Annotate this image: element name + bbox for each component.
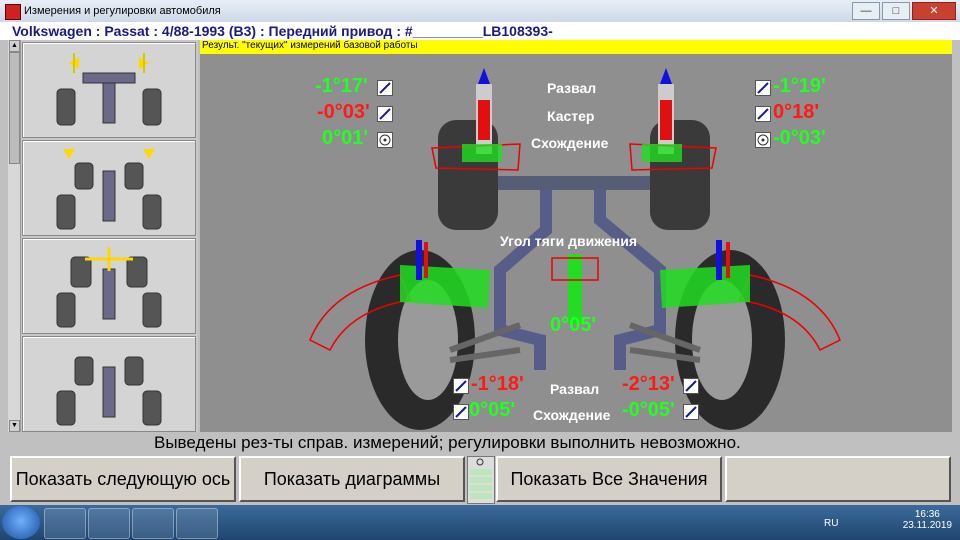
- language-indicator[interactable]: RU: [824, 518, 838, 529]
- next-axle-button[interactable]: Показать следующую ось: [10, 456, 236, 502]
- vehicle-info: Volkswagen : Passat : 4/88-1993 (B3) : П…: [12, 23, 553, 39]
- step-thumb-camber[interactable]: [22, 42, 196, 138]
- front-left-toe: 0°01': [322, 127, 369, 149]
- caster-axle-icon: [56, 149, 162, 230]
- label-camber-rear: Развал: [550, 381, 600, 397]
- window-titlebar: Измерения и регулировки автомобиля — □ ✕: [0, 0, 960, 23]
- camber-axle-icon: [56, 53, 162, 126]
- show-all-values-button[interactable]: Показать Все Значения: [496, 456, 722, 502]
- step-thumb-overview[interactable]: [22, 336, 196, 432]
- adjust-wrench-icon[interactable]: [755, 80, 771, 96]
- maximize-button[interactable]: □: [882, 2, 910, 20]
- front-right-caster: 0°18': [773, 101, 820, 123]
- rear-left-camber: -1°18': [471, 373, 524, 395]
- alignment-app-icon[interactable]: [132, 508, 174, 539]
- minimize-button[interactable]: —: [852, 2, 880, 20]
- toe-axle-icon: [56, 247, 162, 328]
- front-left-camber: -1°17': [315, 75, 368, 97]
- status-text: Выведены рез-ты справ. измерений; регули…: [154, 433, 741, 452]
- clock[interactable]: 16:36 23.11.2019: [903, 509, 952, 531]
- show-diagrams-button[interactable]: Показать диаграммы: [239, 456, 465, 502]
- adjust-wrench-icon[interactable]: [377, 106, 393, 122]
- rear-right-camber: -2°13': [622, 373, 675, 395]
- rear-left-toe: 0°05': [469, 399, 516, 421]
- toe-target-icon[interactable]: [755, 132, 771, 148]
- scroll-up-icon[interactable]: ▲: [9, 40, 20, 52]
- result-header-text: Результ. "текущих" измерений базовой раб…: [202, 40, 418, 51]
- label-caster-front: Кастер: [547, 108, 595, 124]
- thrust-angle-value: 0°05': [550, 314, 597, 336]
- paint-icon[interactable]: [176, 508, 218, 539]
- label-toe-front: Схождение: [531, 135, 609, 151]
- adjust-wrench-icon[interactable]: [453, 404, 469, 420]
- label-camber-front: Развал: [547, 80, 597, 96]
- vehicle-bar: Volkswagen : Passat : 4/88-1993 (B3) : П…: [0, 22, 960, 40]
- step-thumb-caster[interactable]: [22, 140, 196, 236]
- chrome-icon[interactable]: [88, 508, 130, 539]
- front-right-camber: -1°19': [773, 75, 826, 97]
- adjust-wrench-icon[interactable]: [453, 378, 469, 394]
- label-thrust-angle: Угол тяги движения: [500, 233, 638, 249]
- front-right-toe: -0°03': [773, 127, 826, 149]
- adjust-wrench-icon[interactable]: [377, 80, 393, 96]
- start-button[interactable]: [2, 506, 40, 539]
- empty-button[interactable]: [725, 456, 951, 502]
- status-line: Выведены рез-ты справ. измерений; регули…: [0, 432, 960, 454]
- magnifier-icon: [470, 458, 492, 499]
- clock-time: 16:36: [914, 509, 940, 520]
- explorer-icon[interactable]: [44, 508, 86, 539]
- clock-date: 23.11.2019: [902, 520, 952, 531]
- rear-right-toe: -0°05': [622, 399, 675, 421]
- toe-target-icon[interactable]: [377, 132, 393, 148]
- close-button[interactable]: ✕: [912, 2, 956, 20]
- scroll-down-icon[interactable]: ▼: [9, 420, 20, 432]
- front-left-caster: -0°03': [317, 101, 370, 123]
- scroll-thumb[interactable]: [9, 52, 20, 164]
- adjust-wrench-icon[interactable]: [755, 106, 771, 122]
- app-icon: [5, 4, 21, 20]
- zoom-indicator[interactable]: [467, 456, 495, 504]
- result-header: Результ. "текущих" измерений базовой раб…: [200, 40, 952, 54]
- adjust-wrench-icon[interactable]: [683, 378, 699, 394]
- taskbar: RU 16:36 23.11.2019: [0, 505, 960, 540]
- step-thumb-toe[interactable]: [22, 238, 196, 334]
- adjust-wrench-icon[interactable]: [683, 404, 699, 420]
- window-title: Измерения и регулировки автомобиля: [24, 5, 221, 17]
- step-scrollbar[interactable]: ▲ ▼: [8, 40, 21, 432]
- label-toe-rear: Схождение: [533, 407, 611, 423]
- axle-overview-icon: [56, 356, 162, 426]
